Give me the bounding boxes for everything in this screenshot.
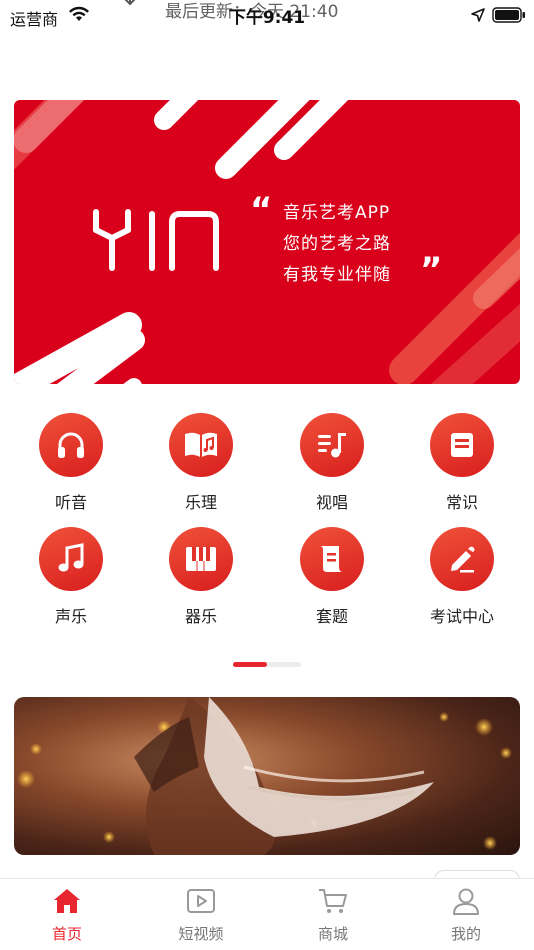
banner-slogan: 音乐艺考APP 您的艺考之路 有我专业伴随 [283,198,391,291]
category-label: 乐理 [184,493,217,512]
yin-logo [93,209,219,271]
home-icon [54,889,80,913]
slogan-line-1: 音乐艺考APP [283,203,391,223]
video-play-icon [187,889,215,913]
slogan-line-3: 有我专业伴随 [283,265,391,285]
category-label: 常识 [445,493,478,512]
category-label: 考试中心 [429,607,494,626]
music-note-icon [39,527,103,591]
promo-banner[interactable]: “ 音乐艺考APP 您的艺考之路 有我专业伴随 ” [14,100,520,384]
tab-label: 我的 [450,925,481,943]
category-tingyin[interactable]: 听音 [16,413,126,513]
tab-label: 商城 [317,925,348,943]
location-arrow-icon [471,7,485,26]
category-label: 听音 [54,493,87,512]
quote-open-mark: “ [250,190,273,230]
tab-home[interactable]: 首页 [22,887,112,944]
tab-label: 短视频 [178,925,224,943]
page-indicator [233,662,301,667]
tab-mine[interactable]: 我的 [421,887,511,944]
quote-close-mark: ” [420,250,443,290]
scroll-icon [300,527,364,591]
page-indicator-active [233,662,267,667]
category-yueli[interactable]: 乐理 [146,413,256,513]
tab-mall[interactable]: 商城 [288,887,378,944]
banner-stripes-decoration [14,100,520,384]
status-bar: 运营商 最后更新：今天 21:40 下午9:41 [0,0,534,32]
category-label: 声乐 [54,607,87,626]
pencil-icon [430,527,494,591]
category-changshi[interactable]: 常识 [407,413,517,513]
headphones-icon [39,413,103,477]
slogan-line-2: 您的艺考之路 [283,234,391,254]
category-label: 套题 [315,607,348,626]
category-label: 器乐 [184,607,217,626]
piano-keys-icon [169,527,233,591]
category-shengyue[interactable]: 声乐 [16,527,126,627]
category-kaoshi-zhongxin[interactable]: 考试中心 [407,527,517,627]
notes-icon [430,413,494,477]
category-shichang[interactable]: 视唱 [277,413,387,513]
tab-short-video[interactable]: 短视频 [156,887,246,944]
category-taoti[interactable]: 套题 [277,527,387,627]
category-qiyue[interactable]: 器乐 [146,527,256,627]
battery-icon [492,7,526,27]
bottom-tab-bar: 首页 短视频 商城 我的 [0,878,534,950]
cart-icon [319,889,347,913]
category-label: 视唱 [315,493,348,512]
banner-image [17,697,512,855]
user-icon [453,888,479,915]
feature-image-banner[interactable] [14,697,520,855]
status-time: 下午9:41 [228,8,306,28]
music-list-icon [300,413,364,477]
music-book-icon [169,413,233,477]
tab-label: 首页 [51,925,82,943]
